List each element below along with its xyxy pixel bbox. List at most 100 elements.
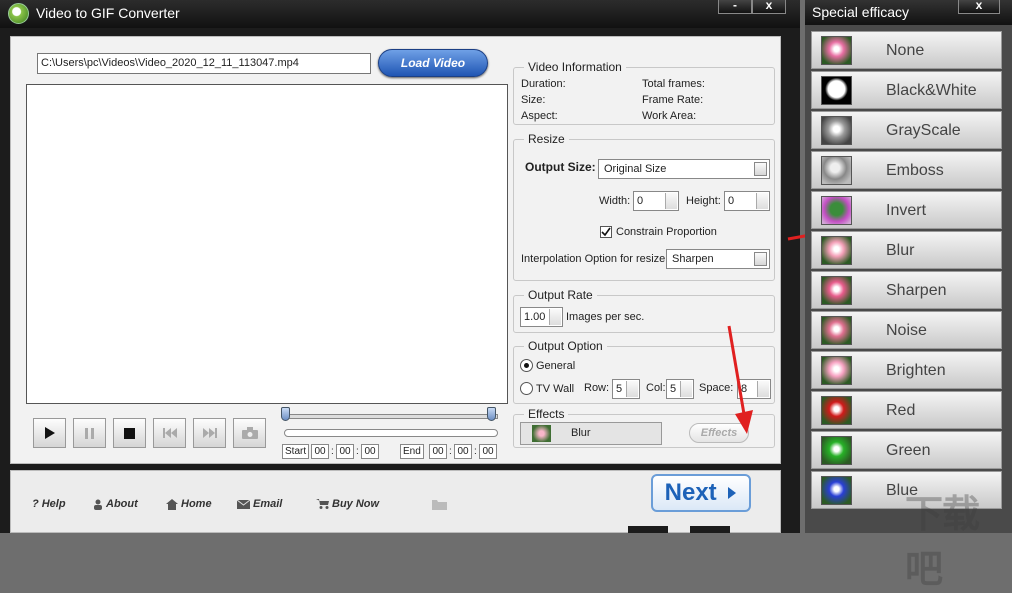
position-slider[interactable]: [284, 414, 498, 419]
person-icon: [94, 499, 102, 510]
play-button[interactable]: [33, 418, 66, 448]
home-link[interactable]: Home: [166, 498, 212, 510]
effect-thumbnail: [821, 356, 852, 385]
main-window: Video to GIF Converter - x C:\Users\pc\V…: [0, 0, 800, 533]
previous-frame-button[interactable]: [153, 418, 186, 448]
about-link[interactable]: About: [93, 498, 138, 510]
height-value: 0: [728, 195, 735, 207]
start-minutes-field[interactable]: 00: [336, 444, 354, 459]
end-minutes-field[interactable]: 00: [454, 444, 472, 459]
current-effect-label: Blur: [571, 427, 591, 439]
end-slider-thumb[interactable]: [487, 407, 496, 421]
video-preview: [26, 84, 508, 404]
cart-icon: [316, 499, 329, 510]
title-bar: Video to GIF Converter - x: [0, 0, 800, 28]
effect-item-sharpen[interactable]: Sharpen: [811, 271, 1002, 309]
email-link[interactable]: Email: [237, 498, 282, 510]
effect-thumbnail: [821, 236, 852, 265]
space-stepper[interactable]: 8: [737, 379, 771, 399]
effect-item-red[interactable]: Red: [811, 391, 1002, 429]
effect-label: Green: [886, 442, 931, 459]
video-path-input[interactable]: C:\Users\pc\Videos\Video_2020_12_11_1130…: [37, 53, 371, 74]
rewind-icon: [162, 428, 177, 438]
output-rate-group: Output Rate 1.00 Images per sec.: [513, 288, 775, 333]
spin-arrows-icon[interactable]: [665, 193, 677, 209]
effect-item-grayscale[interactable]: GrayScale: [811, 111, 1002, 149]
height-stepper[interactable]: 0: [724, 191, 770, 211]
pause-icon: [84, 427, 94, 439]
general-radio[interactable]: [520, 359, 533, 372]
help-link[interactable]: ? Help: [32, 498, 66, 510]
close-button[interactable]: x: [752, 0, 786, 14]
effect-thumbnail: [821, 156, 852, 185]
snapshot-button[interactable]: [233, 418, 266, 448]
special-efficacy-panel: Special efficacy x None Black&White GraySc…: [805, 0, 1012, 533]
range-track[interactable]: [284, 429, 498, 437]
checkmark-icon: [601, 227, 611, 237]
current-effect-thumbnail: [532, 425, 551, 442]
camera-icon: [241, 427, 258, 439]
start-seconds-field[interactable]: 00: [361, 444, 379, 459]
open-folder-button[interactable]: [432, 498, 450, 510]
help-label: Help: [41, 498, 66, 510]
chevron-updown-icon: [754, 162, 767, 176]
pause-button[interactable]: [73, 418, 106, 448]
buy-now-link[interactable]: Buy Now: [316, 498, 379, 510]
effect-item-noise[interactable]: Noise: [811, 311, 1002, 349]
width-label: Width:: [599, 195, 631, 207]
end-seconds-field[interactable]: 00: [479, 444, 497, 459]
output-size-select[interactable]: Original Size: [598, 159, 770, 179]
width-stepper[interactable]: 0: [633, 191, 679, 211]
next-button[interactable]: Next: [651, 474, 751, 512]
effect-thumbnail: [821, 36, 852, 65]
size-label: Size:: [521, 94, 546, 106]
watermark: 下载吧: [905, 494, 980, 591]
video-information-group: Video Information Duration: Size: Aspect…: [513, 60, 775, 125]
effects-close-button[interactable]: x: [958, 0, 1000, 14]
effect-item-brighten[interactable]: Brighten: [811, 351, 1002, 389]
tv-wall-radio[interactable]: [520, 382, 533, 395]
col-label: Col:: [646, 382, 666, 394]
effect-item-green[interactable]: Green: [811, 431, 1002, 469]
time-separator: :: [474, 446, 477, 457]
effect-thumbnail: [821, 76, 852, 105]
minimize-button[interactable]: -: [718, 0, 752, 14]
start-hours-field[interactable]: 00: [311, 444, 329, 459]
space-value: 8: [741, 383, 748, 395]
end-hours-field[interactable]: 00: [429, 444, 447, 459]
next-label: Next: [664, 479, 717, 506]
spin-arrows-icon[interactable]: [680, 381, 692, 397]
stop-button[interactable]: [113, 418, 146, 448]
load-video-button[interactable]: Load Video: [378, 49, 488, 77]
constrain-proportion-checkbox[interactable]: [600, 226, 612, 238]
effect-item-invert[interactable]: Invert: [811, 191, 1002, 229]
constrain-proportion-label: Constrain Proportion: [616, 226, 717, 238]
spin-arrows-icon[interactable]: [757, 381, 769, 397]
row-stepper[interactable]: 5: [612, 379, 640, 399]
effect-item-none[interactable]: None: [811, 31, 1002, 69]
spin-arrows-icon[interactable]: [549, 309, 561, 325]
window-title: Video to GIF Converter: [36, 5, 180, 21]
start-slider-thumb[interactable]: [281, 407, 290, 421]
total-frames-label: Total frames:: [642, 78, 705, 90]
spin-arrows-icon[interactable]: [756, 193, 768, 209]
output-option-title: Output Option: [524, 339, 607, 353]
effect-label: Emboss: [886, 162, 944, 179]
spin-arrows-icon[interactable]: [626, 381, 638, 397]
col-stepper[interactable]: 5: [666, 379, 694, 399]
interpolation-select[interactable]: Sharpen: [666, 249, 770, 269]
output-size-value: Original Size: [604, 163, 667, 175]
effect-item-emboss[interactable]: Emboss: [811, 151, 1002, 189]
output-rate-stepper[interactable]: 1.00: [520, 307, 563, 327]
resize-title: Resize: [524, 132, 569, 146]
effects-button[interactable]: Effects: [689, 423, 749, 443]
output-size-label: Output Size:: [525, 160, 596, 174]
effect-thumbnail: [821, 276, 852, 305]
main-panel: C:\Users\pc\Videos\Video_2020_12_11_1130…: [10, 36, 781, 464]
effect-label: None: [886, 42, 925, 59]
effect-item-blur[interactable]: Blur: [811, 231, 1002, 269]
resize-group: Resize Output Size: Original Size Width:…: [513, 132, 775, 281]
effect-item-black-white[interactable]: Black&White: [811, 71, 1002, 109]
next-frame-button[interactable]: [193, 418, 226, 448]
output-rate-title: Output Rate: [524, 288, 597, 302]
